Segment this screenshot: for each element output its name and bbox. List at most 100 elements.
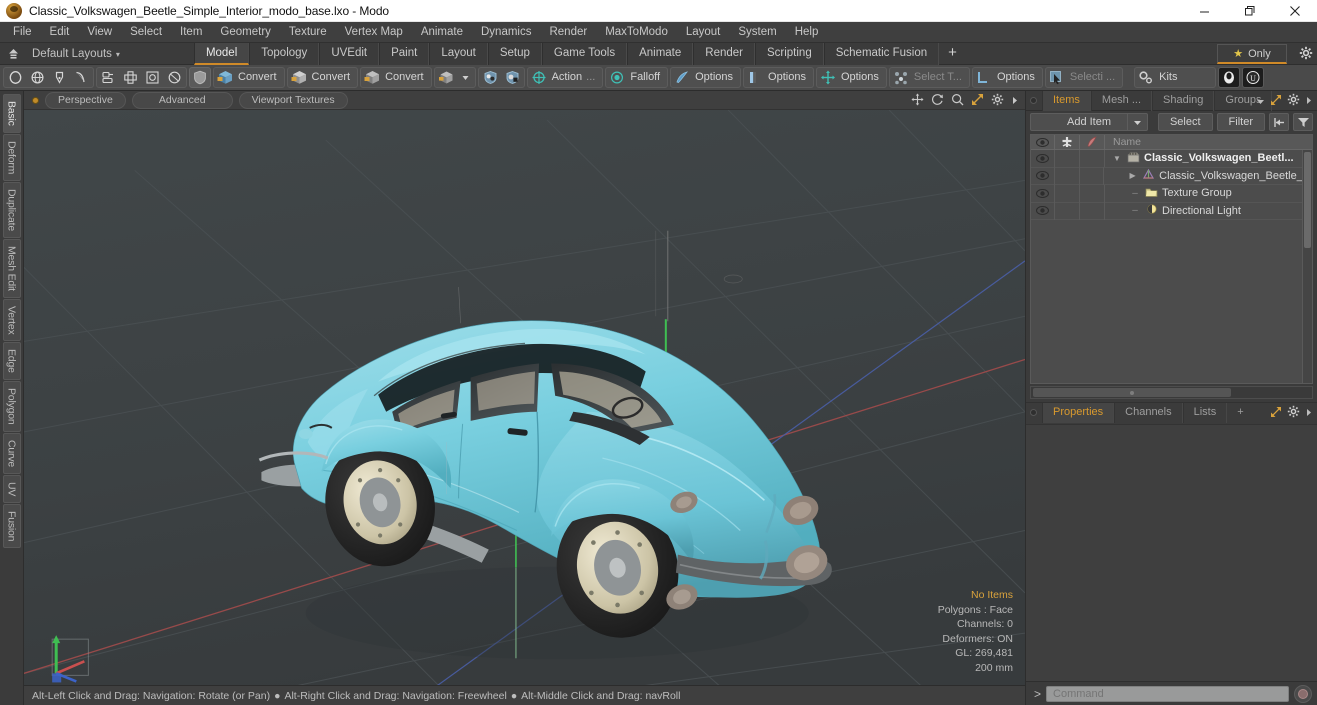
panel-dot-icon[interactable] — [1030, 409, 1037, 416]
menu-geometry[interactable]: Geometry — [211, 22, 280, 43]
tab-mesh[interactable]: Mesh ... — [1090, 90, 1153, 111]
eye-icon[interactable] — [1031, 149, 1055, 167]
tab-game-tools[interactable]: Game Tools — [541, 42, 628, 65]
globe-icon[interactable] — [27, 68, 48, 87]
viewport-perspective-button[interactable]: Perspective — [45, 91, 126, 109]
maximize-icon[interactable] — [1270, 93, 1282, 111]
sidebar-item-fusion[interactable]: Fusion — [2, 503, 21, 549]
item-row-name-cell[interactable]: ▶ Classic_Volkswagen_Beetle_... — [1104, 168, 1312, 183]
deformer-cell[interactable] — [1055, 184, 1080, 202]
home-layout-icon[interactable] — [0, 47, 26, 60]
render-cell[interactable] — [1080, 167, 1105, 185]
viewport-active-dot[interactable] — [32, 96, 39, 104]
table-row[interactable]: – Texture Group — [1031, 184, 1312, 203]
sidebar-item-duplicate[interactable]: Duplicate — [2, 181, 21, 238]
array-icon[interactable] — [98, 68, 119, 87]
render-cell[interactable] — [1080, 202, 1105, 220]
zoom-icon[interactable] — [951, 93, 964, 111]
sidebar-item-mesh-edit[interactable]: Mesh Edit — [2, 238, 21, 298]
viewport-advanced-button[interactable]: Advanced — [131, 91, 233, 109]
add-properties-tab-button[interactable]: + — [1227, 403, 1253, 423]
chevron-down-icon[interactable] — [1256, 93, 1265, 111]
sidebar-item-curve[interactable]: Curve — [2, 432, 21, 474]
menu-texture[interactable]: Texture — [280, 22, 336, 43]
sidebar-item-deform[interactable]: Deform — [2, 133, 21, 181]
action-center-button[interactable]: Action ... — [526, 67, 604, 88]
twisty-open-icon[interactable]: ▼ — [1111, 154, 1123, 163]
hscrollbar-thumb[interactable] — [1033, 388, 1231, 397]
chevron-right-icon[interactable] — [1011, 93, 1019, 111]
restore-icon[interactable] — [1227, 0, 1272, 22]
item-row-name-cell[interactable]: ▼ Classic_Volkswagen_Beetl... — [1105, 151, 1312, 166]
select-through-button[interactable]: Select T... — [888, 67, 970, 88]
sidebar-item-edge[interactable]: Edge — [2, 342, 21, 381]
menu-select[interactable]: Select — [121, 22, 171, 43]
eye-icon[interactable] — [1031, 202, 1055, 220]
options-button-1[interactable]: Options — [670, 67, 742, 88]
viewport-3d[interactable]: No Items Polygons : Face Channels: 0 Def… — [24, 110, 1025, 685]
collapse-left-icon[interactable] — [1269, 113, 1289, 131]
maximize-icon[interactable] — [971, 93, 984, 111]
table-row[interactable]: ▼ Classic_Volkswagen_Beetl... — [1031, 149, 1312, 168]
record-icon[interactable] — [1294, 684, 1312, 703]
menu-dynamics[interactable]: Dynamics — [472, 22, 540, 43]
chevron-right-icon[interactable] — [1305, 405, 1313, 423]
item-row-name-cell[interactable]: – Texture Group — [1105, 186, 1312, 201]
deformer-cell[interactable] — [1055, 149, 1080, 167]
only-toggle-button[interactable]: ★ Only — [1217, 44, 1287, 64]
viewport-textures-button[interactable]: Viewport Textures — [238, 91, 348, 109]
menu-maxtomodo[interactable]: MaxToModo — [596, 22, 677, 43]
menu-file[interactable]: File — [4, 22, 41, 43]
deformer-cell[interactable] — [1055, 202, 1080, 220]
render-cell[interactable] — [1080, 149, 1105, 167]
menu-vertex-map[interactable]: Vertex Map — [336, 22, 412, 43]
gear-icon[interactable] — [1299, 46, 1313, 65]
render-cell[interactable] — [1080, 184, 1105, 202]
shield-icon[interactable] — [189, 67, 211, 88]
sphere-icon[interactable] — [164, 68, 185, 87]
falloff-button[interactable]: Falloff — [605, 67, 669, 88]
item-list-horizontal-scrollbar[interactable] — [1030, 386, 1313, 399]
sidebar-item-vertex[interactable]: Vertex — [2, 298, 21, 342]
tab-schematic-fusion[interactable]: Schematic Fusion — [823, 42, 940, 65]
sidebar-item-uv[interactable]: UV — [2, 474, 21, 503]
filter-button[interactable]: Filter — [1216, 113, 1265, 131]
menu-system[interactable]: System — [729, 22, 785, 43]
eye-icon[interactable] — [1031, 184, 1055, 202]
scrollbar-thumb[interactable] — [1304, 152, 1311, 248]
gear-icon[interactable] — [991, 93, 1004, 111]
add-item-dropdown-icon[interactable] — [1127, 113, 1147, 131]
square-target-icon[interactable] — [142, 68, 163, 87]
menu-animate[interactable]: Animate — [412, 22, 472, 43]
gear-icon[interactable] — [1287, 405, 1300, 423]
sidebar-item-polygon[interactable]: Polygon — [2, 381, 21, 432]
sidebar-item-basic[interactable]: Basic — [2, 94, 21, 133]
tab-scripting[interactable]: Scripting — [754, 42, 824, 65]
item-row-name-cell[interactable]: – Directional Light — [1105, 203, 1312, 218]
layout-selector[interactable]: Default Layouts ▾ — [26, 48, 120, 60]
add-tab-button[interactable]: + — [939, 43, 966, 65]
menu-help[interactable]: Help — [786, 22, 828, 43]
table-row[interactable]: ▶ Classic_Volkswagen_Beetle_... — [1031, 167, 1312, 185]
eye-icon[interactable] — [1031, 167, 1055, 185]
chevron-right-icon[interactable] — [1305, 93, 1313, 111]
item-list[interactable]: Name ▼ Classic_Volkswagen_Beetl... ▶ Cla… — [1030, 134, 1313, 384]
tab-render[interactable]: Render — [693, 42, 755, 65]
cross-icon[interactable] — [120, 68, 141, 87]
tab-items[interactable]: Items — [1042, 90, 1091, 111]
tab-channels[interactable]: Channels — [1114, 402, 1183, 423]
deformer-cell[interactable] — [1055, 167, 1080, 185]
unreal-badge-icon[interactable]: U — [1242, 67, 1265, 88]
tab-animate[interactable]: Animate — [627, 42, 694, 65]
shield-paint-b-icon[interactable] — [502, 68, 523, 87]
tab-topology[interactable]: Topology — [249, 42, 320, 65]
tab-model[interactable]: Model — [193, 42, 250, 65]
move-icon[interactable] — [911, 93, 924, 111]
curve-icon[interactable] — [71, 68, 92, 87]
twisty-closed-icon[interactable]: ▶ — [1127, 171, 1138, 180]
tab-shading[interactable]: Shading — [1152, 90, 1215, 111]
modo-badge-icon[interactable] — [1218, 67, 1241, 88]
pen-icon[interactable] — [49, 68, 70, 87]
selection-button[interactable]: Selecti ... — [1044, 67, 1124, 88]
panel-dot-icon[interactable] — [1030, 97, 1037, 104]
